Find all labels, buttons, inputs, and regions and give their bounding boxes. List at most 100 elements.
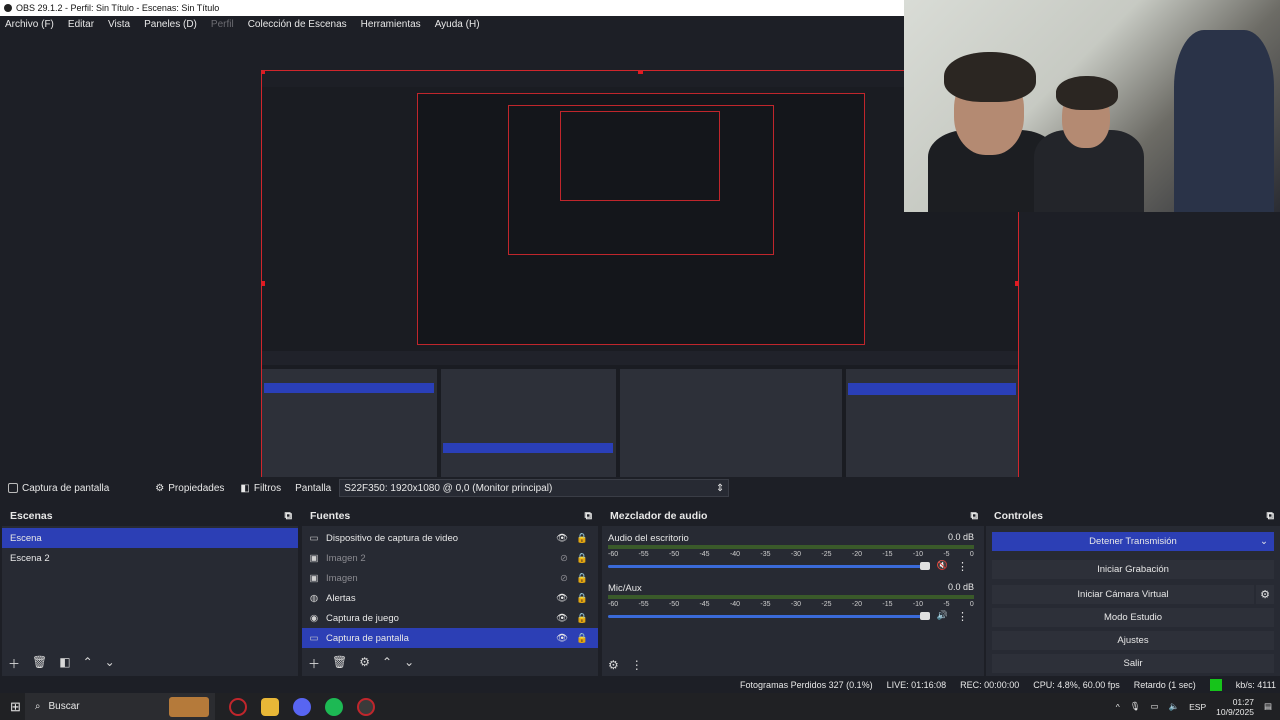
exit-button[interactable]: Salir [992, 654, 1274, 673]
folder-icon[interactable] [260, 697, 279, 716]
network-icon[interactable]: ▭ [1151, 701, 1159, 712]
live-timer: LIVE: 01:16:08 [886, 680, 947, 690]
clock[interactable]: 01:27 10/9/2025 [1216, 697, 1254, 717]
trash-icon[interactable]: 🗑 [32, 655, 47, 672]
lock-icon[interactable]: 🔒 [576, 613, 588, 624]
monitor-icon [8, 483, 18, 493]
eye-icon[interactable]: 👁 [556, 613, 568, 624]
lock-icon[interactable]: 🔒 [576, 553, 588, 564]
windows-start-icon[interactable]: ⊞ [10, 699, 21, 715]
menu-help[interactable]: Ayuda (H) [435, 19, 480, 30]
lock-icon[interactable]: 🔒 [576, 593, 588, 604]
filter-icon[interactable]: ◧ [59, 655, 70, 672]
source-item[interactable]: ◉ Captura de juego 👁 🔒 [302, 608, 598, 628]
chevron-down-icon[interactable]: ⌄ [1260, 536, 1268, 547]
stream-health-icon [1209, 679, 1222, 691]
volume-slider-knob[interactable] [920, 612, 930, 620]
more-options-icon[interactable]: ⋮ [957, 560, 968, 573]
eye-icon[interactable]: 👁 [556, 633, 568, 644]
search-highlight-image [168, 697, 209, 717]
audio-mixer-dock: Mezclador de audio ⧉ Audio del escritori… [602, 506, 984, 676]
spotify-icon[interactable] [324, 697, 343, 716]
source-item[interactable]: ▣ Imagen ⊘ 🔒 [302, 568, 598, 588]
menu-scene-collection[interactable]: Colección de Escenas [248, 19, 347, 30]
lock-icon[interactable]: 🔒 [576, 533, 588, 544]
filters-button[interactable]: ◧ Filtros [232, 483, 289, 494]
image-icon: ▣ [309, 552, 319, 564]
lock-icon[interactable]: 🔒 [576, 573, 588, 584]
channel-db: 0.0 dB [947, 582, 974, 592]
undock-icon[interactable]: ⧉ [971, 510, 979, 523]
stop-streaming-button[interactable]: Detener Transmisión ⌄ [992, 532, 1274, 551]
add-icon[interactable]: ＋ [308, 655, 320, 672]
meter-scale-tick: -40 [729, 601, 741, 608]
opera-icon[interactable] [228, 697, 247, 716]
menu-file[interactable]: Archivo (F) [5, 19, 54, 30]
undock-icon[interactable]: ⧉ [285, 510, 293, 523]
scene-item[interactable]: Escena [2, 528, 298, 548]
add-icon[interactable]: ＋ [8, 655, 20, 672]
language-indicator[interactable]: ESP [1189, 702, 1206, 712]
scene-item[interactable]: Escena 2 [2, 548, 298, 568]
start-virtual-camera-button[interactable]: Iniciar Cámara Virtual [992, 585, 1254, 604]
display-select[interactable]: S22F350: 1920x1080 @ 0,0 (Monitor princi… [339, 479, 730, 497]
chevron-up-icon[interactable]: ^ [1116, 702, 1120, 712]
sources-title: Fuentes [310, 510, 351, 522]
meter-scale-tick: 0 [969, 601, 974, 608]
lock-icon[interactable]: 🔒 [576, 633, 588, 644]
discord-icon[interactable] [292, 697, 311, 716]
more-options-icon[interactable]: ⋮ [957, 610, 968, 623]
bitrate: kb/s: 4111 [1235, 680, 1276, 690]
source-item[interactable]: ▭ Captura de pantalla 👁 🔒 [302, 628, 598, 648]
volume-icon[interactable]: 🔈 [1169, 701, 1180, 712]
meter-scale-tick: -50 [668, 551, 680, 558]
meter-scale-tick: -45 [699, 551, 710, 558]
properties-button[interactable]: ⚙ Propiedades [147, 483, 232, 494]
gear-icon[interactable]: ⚙ [359, 655, 370, 672]
move-down-icon[interactable]: ⌄ [105, 655, 115, 672]
notifications-icon[interactable]: ▤ [1264, 701, 1272, 712]
more-options-icon[interactable]: ⋮ [631, 658, 643, 672]
virtual-camera-settings-icon[interactable]: ⚙ [1256, 585, 1274, 604]
move-down-icon[interactable]: ⌄ [404, 655, 414, 672]
scenes-dock: Escenas ⧉ Escena Escena 2 ＋ 🗑 ◧ ⌃ ⌄ [2, 506, 298, 676]
speaker-icon[interactable]: 🔊 [937, 610, 948, 621]
undock-icon[interactable]: ⧉ [1267, 510, 1275, 523]
menu-profile[interactable]: Perfil [211, 19, 234, 30]
source-item[interactable]: ◍ Alertas 👁 🔒 [302, 588, 598, 608]
source-item[interactable]: ▭ Dispositivo de captura de video 👁 🔒 [302, 528, 598, 548]
rec-timer: REC: 00:00:00 [960, 680, 1020, 690]
speaker-muted-icon[interactable]: 🔇 [937, 560, 948, 571]
menu-tools[interactable]: Herramientas [361, 19, 421, 30]
obs-icon[interactable] [356, 697, 375, 716]
eye-icon[interactable]: 👁 [556, 593, 568, 604]
meter-scale-tick: -60 [608, 551, 619, 558]
obs-logo-icon [4, 4, 12, 12]
menu-docks[interactable]: Paneles (D) [144, 19, 197, 30]
search-icon: ⌕ [34, 701, 41, 712]
menu-edit[interactable]: Editar [68, 19, 94, 30]
trash-icon[interactable]: 🗑 [332, 655, 347, 672]
source-item[interactable]: ▣ Imagen 2 ⊘ 🔒 [302, 548, 598, 568]
move-up-icon[interactable]: ⌃ [382, 655, 392, 672]
meter-scale-tick: -60 [608, 601, 619, 608]
eye-hidden-icon[interactable]: ⊘ [560, 553, 568, 564]
volume-slider-knob[interactable] [920, 562, 930, 570]
taskbar-search[interactable]: ⌕ Buscar [24, 693, 215, 720]
mixer-settings-icon[interactable]: ⚙ [608, 658, 619, 672]
controls-dock: Controles ⧉ Detener Transmisión ⌄ Inicia… [986, 506, 1280, 676]
settings-button[interactable]: Ajustes [992, 631, 1274, 650]
move-up-icon[interactable]: ⌃ [83, 655, 93, 672]
meter-scale-tick: -20 [851, 551, 862, 558]
volume-slider[interactable] [608, 565, 928, 568]
menu-view[interactable]: Vista [108, 19, 130, 30]
studio-mode-button[interactable]: Modo Estudio [992, 608, 1274, 627]
eye-hidden-icon[interactable]: ⊘ [560, 573, 568, 584]
volume-slider[interactable] [608, 615, 928, 618]
selected-source-label: Captura de pantalla [0, 483, 117, 494]
eye-icon[interactable]: 👁 [556, 533, 568, 544]
microphone-icon[interactable]: 🎙 [1130, 701, 1141, 712]
image-icon: ▣ [309, 572, 319, 584]
undock-icon[interactable]: ⧉ [585, 510, 593, 523]
start-recording-button[interactable]: Iniciar Grabación [992, 560, 1274, 579]
